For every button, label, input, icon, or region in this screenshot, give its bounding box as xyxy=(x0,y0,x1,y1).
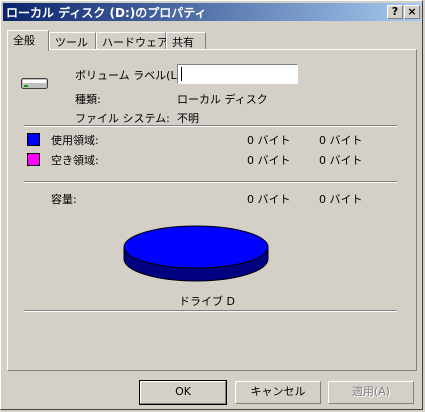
pie-top xyxy=(123,225,269,269)
separator xyxy=(24,181,397,183)
used-space-label: 使用領域: xyxy=(51,134,99,147)
file-system-label: ファイル システム: xyxy=(75,112,170,125)
close-button[interactable]: × xyxy=(404,5,420,19)
text-caret xyxy=(181,67,182,81)
capacity-bytes: 0 バイト xyxy=(247,193,291,206)
tab-tools-label: ツール xyxy=(55,36,88,49)
file-system-value: 不明 xyxy=(177,112,199,125)
free-space-label: 空き領域: xyxy=(51,154,99,167)
used-space-size: 0 バイト xyxy=(319,134,363,147)
help-button[interactable]: ? xyxy=(387,5,403,19)
used-space-bytes: 0 バイト xyxy=(247,134,291,147)
free-space-bytes: 0 バイト xyxy=(247,154,291,167)
separator xyxy=(24,310,397,312)
cancel-button[interactable]: キャンセル xyxy=(235,381,321,404)
title-bar: ローカル ディスク (D:)のプロパティ ? × xyxy=(3,3,421,21)
capacity-size: 0 バイト xyxy=(319,193,363,206)
ok-button[interactable]: OK xyxy=(139,380,227,405)
used-space-swatch xyxy=(27,133,40,146)
tab-sharing[interactable]: 共有 xyxy=(166,32,206,49)
volume-label-input[interactable] xyxy=(177,64,298,84)
apply-button[interactable]: 適用(A) xyxy=(328,381,414,404)
window-title: ローカル ディスク (D:)のプロパティ xyxy=(6,6,207,20)
tab-sharing-label: 共有 xyxy=(172,36,194,49)
free-space-size: 0 バイト xyxy=(319,154,363,167)
volume-label-caption: ボリューム ラベル(L): xyxy=(75,69,185,82)
hard-drive-icon xyxy=(21,78,48,89)
separator xyxy=(24,125,397,127)
tab-hardware[interactable]: ハードウェア xyxy=(96,32,168,49)
tab-tools[interactable]: ツール xyxy=(49,32,96,49)
disk-usage-pie xyxy=(123,225,269,282)
type-value: ローカル ディスク xyxy=(177,93,268,106)
tab-hardware-label: ハードウェア xyxy=(102,36,168,49)
drive-caption: ドライブ D xyxy=(179,295,235,308)
properties-dialog: ローカル ディスク (D:)のプロパティ ? × 全般 ツール ハードウェア 共… xyxy=(0,0,423,410)
tab-general[interactable]: 全般 xyxy=(7,30,49,51)
capacity-label: 容量: xyxy=(51,193,77,206)
free-space-swatch xyxy=(27,153,40,166)
tab-general-label: 全般 xyxy=(13,34,35,47)
type-label: 種類: xyxy=(75,93,101,106)
